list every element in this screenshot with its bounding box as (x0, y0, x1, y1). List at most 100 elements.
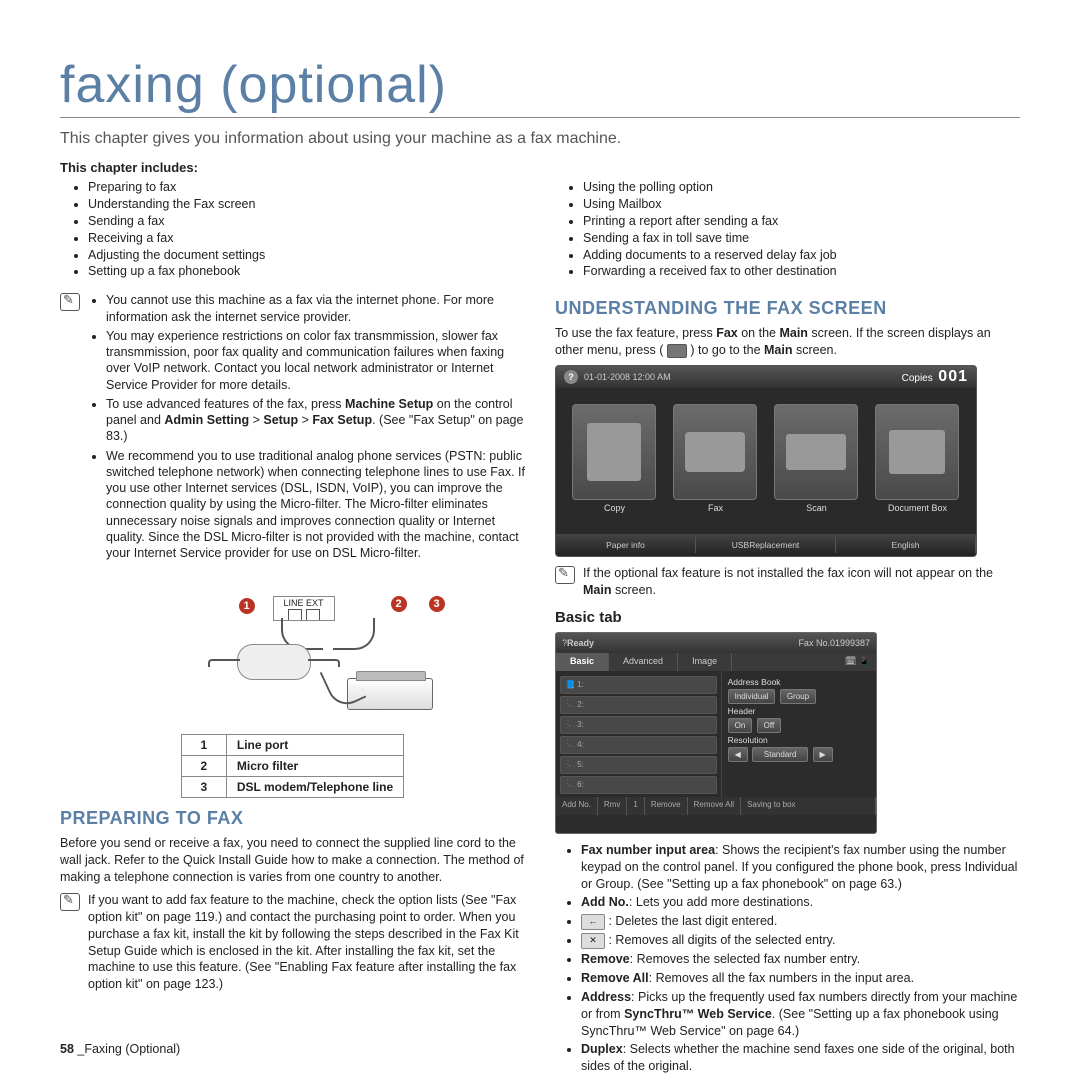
note-block: You cannot use this machine as a fax via… (60, 292, 525, 570)
understanding-heading: UNDERSTANDING THE FAX SCREEN (555, 298, 1020, 319)
scan-app-icon: Scan (774, 404, 860, 513)
includes-label: This chapter includes: (60, 160, 1020, 175)
understanding-body: To use the fax feature, press Fax on the… (555, 325, 1020, 359)
figure-faxno: Fax No.01999387 (798, 638, 870, 648)
main-columns: You cannot use this machine as a fax via… (60, 288, 1020, 1077)
legend-label: Line port (237, 738, 288, 752)
legend-label: DSL modem/Telephone line (237, 780, 393, 794)
prev-button: ◀ (728, 747, 748, 762)
copy-app-icon: Copy (572, 404, 658, 513)
list-item: Setting up a fax phonebook (88, 263, 525, 280)
list-item: Adding documents to a reserved delay fax… (583, 247, 1020, 264)
group-button: Group (780, 689, 816, 704)
legend-num: 1 (181, 735, 226, 756)
note-block: If you want to add fax feature to the ma… (60, 892, 525, 993)
list-item: Receiving a fax (88, 230, 525, 247)
basic-tab-features: Fax number input area: Shows the recipie… (555, 842, 1020, 1075)
list-item: Understanding the Fax screen (88, 196, 525, 213)
feature-item: Add No.: Lets you add more destinations. (581, 894, 1020, 911)
basic-tab-figure: ?Ready Fax No.01999387 Basic Advanced Im… (555, 632, 877, 834)
list-item: Printing a report after sending a fax (583, 213, 1020, 230)
wiring-diagram: 1 LINE EXT 2 3 (123, 578, 463, 728)
addrbook-label: Address Book (728, 677, 870, 687)
figure-status: USBReplacement (696, 537, 836, 553)
chapter-intro: This chapter gives you information about… (60, 130, 1020, 148)
note-item: You cannot use this machine as a fax via… (106, 292, 525, 325)
document-page: faxing (optional) This chapter gives you… (0, 0, 1080, 1080)
figure-title: Ready (567, 638, 594, 648)
remove-button: Remove (645, 797, 688, 815)
understanding-note: If the optional fax feature is not insta… (583, 565, 1020, 599)
preparing-note: If you want to add fax feature to the ma… (88, 892, 525, 993)
note-icon (555, 566, 575, 584)
preparing-heading: PREPARING TO FAX (60, 808, 525, 829)
page-indicator: 1 (627, 797, 644, 815)
list-item: Sending a fax in toll save time (583, 230, 1020, 247)
left-column: You cannot use this machine as a fax via… (60, 288, 525, 1077)
docbox-app-icon: Document Box (875, 404, 961, 513)
line-ext-label: LINE EXT (283, 598, 323, 608)
feature-item: ✕ : Removes all digits of the selected e… (581, 932, 1020, 949)
note-item: To use advanced features of the fax, pre… (106, 396, 525, 445)
save-button: Saving to box (741, 797, 876, 815)
figure-timestamp: 01-01-2008 12:00 AM (584, 372, 671, 382)
on-button: On (728, 718, 753, 733)
feature-item: ← : Deletes the last digit entered. (581, 913, 1020, 930)
note-item: We recommend you to use traditional anal… (106, 448, 525, 562)
callout-2: 2 (391, 596, 407, 612)
legend-label: Micro filter (237, 759, 298, 773)
diagram-legend: 1 Line port 2 Micro filter 3 DSL modem/T… (181, 734, 404, 798)
page-number: 58 (60, 1042, 74, 1056)
removeall-button: Remove All (688, 797, 741, 815)
figure-status: Paper info (556, 537, 696, 553)
clear-icon: ✕ (581, 933, 605, 949)
backspace-icon: ← (581, 914, 605, 930)
callout-1: 1 (239, 598, 255, 614)
note-list: You cannot use this machine as a fax via… (88, 292, 525, 564)
note-icon (60, 293, 80, 311)
right-column: UNDERSTANDING THE FAX SCREEN To use the … (555, 288, 1020, 1077)
off-button: Off (757, 718, 782, 733)
copies-label: Copies (902, 373, 933, 384)
feature-item: Remove: Removes the selected fax number … (581, 951, 1020, 968)
list-item: Using Mailbox (583, 196, 1020, 213)
footer-text: _Faxing (Optional) (77, 1042, 180, 1056)
legend-num: 3 (181, 777, 226, 798)
callout-3: 3 (429, 596, 445, 612)
note-item: You may experience restrictions on color… (106, 328, 525, 393)
feature-item: Duplex: Selects whether the machine send… (581, 1041, 1020, 1075)
resolution-value: Standard (752, 747, 808, 762)
copies-value: 001 (938, 368, 968, 385)
next-button: ▶ (813, 747, 833, 762)
feature-item: Fax number input area: Shows the recipie… (581, 842, 1020, 893)
addno-button: Add No. (556, 797, 598, 815)
topics-right: Using the polling option Using Mailbox P… (555, 179, 1020, 280)
topics-columns: Preparing to fax Understanding the Fax s… (60, 179, 1020, 288)
micro-filter-icon (237, 644, 311, 680)
list-item: Preparing to fax (88, 179, 525, 196)
home-icon (667, 344, 687, 358)
feature-item: Address: Picks up the frequently used fa… (581, 989, 1020, 1040)
list-item: Sending a fax (88, 213, 525, 230)
list-item: Forwarding a received fax to other desti… (583, 263, 1020, 280)
list-item: Using the polling option (583, 179, 1020, 196)
figure-status: English (836, 537, 976, 553)
basic-tab-heading: Basic tab (555, 609, 1020, 626)
header-label: Header (728, 706, 870, 716)
help-icon: ? (564, 370, 578, 384)
page-footer: 58 _Faxing (Optional) (60, 1042, 180, 1056)
topics-left: Preparing to fax Understanding the Fax s… (60, 179, 525, 280)
rmv-button: Rmv (598, 797, 627, 815)
main-screen-figure: ? 01-01-2008 12:00 AM Copies 001 Copy Fax… (555, 365, 977, 557)
note-icon (60, 893, 80, 911)
fax-app-icon: Fax (673, 404, 759, 513)
tab-image: Image (678, 653, 732, 671)
legend-num: 2 (181, 756, 226, 777)
note-block: If the optional fax feature is not insta… (555, 565, 1020, 599)
feature-item: Remove All: Removes all the fax numbers … (581, 970, 1020, 987)
tab-advanced: Advanced (609, 653, 678, 671)
tab-basic: Basic (556, 653, 609, 671)
chapter-title: faxing (optional) (60, 55, 1020, 118)
resolution-label: Resolution (728, 735, 870, 745)
individual-button: Individual (728, 689, 776, 704)
